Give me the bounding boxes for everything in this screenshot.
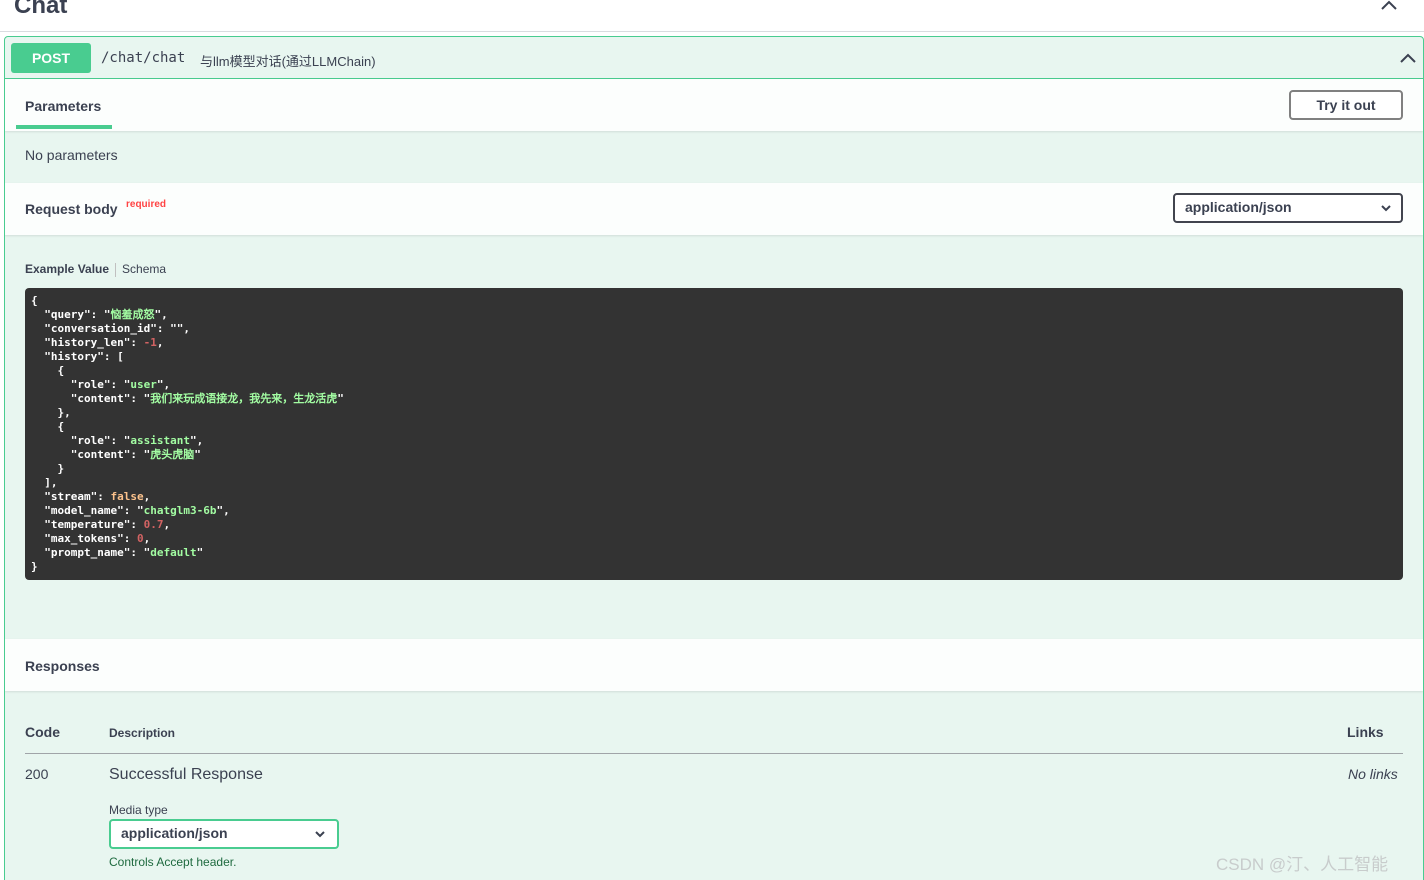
operation-summary[interactable]: POST /chat/chat 与llm模型对话(通过LLMChain) <box>5 37 1423 79</box>
response-links: No links <box>1348 766 1398 782</box>
json-value-stream: false <box>110 490 144 503</box>
parameters-header: Parameters Try it out <box>5 79 1423 131</box>
tab-parameters[interactable]: Parameters <box>25 98 101 114</box>
no-parameters-text: No parameters <box>25 147 118 163</box>
response-description: Successful Response <box>109 766 263 783</box>
responses-header: Responses <box>5 639 1423 691</box>
operation-description: 与llm模型对话(通过LLMChain) <box>200 54 376 69</box>
chevron-up-icon[interactable] <box>1380 0 1398 12</box>
http-method-badge: POST <box>11 43 91 73</box>
json-value-role: assistant <box>130 434 190 447</box>
tab-example-value[interactable]: Example Value <box>25 262 109 276</box>
tab-active-indicator <box>16 125 112 129</box>
chevron-up-icon[interactable] <box>1399 51 1417 65</box>
operation-path: /chat/chat <box>101 50 186 66</box>
json-value-content: 虎头虎脑 <box>150 448 195 461</box>
json-value-max-tokens: 0 <box>136 532 144 545</box>
watermark: CSDN @汀、人工智能 <box>1216 855 1389 874</box>
select-value: application/json <box>1185 199 1292 215</box>
column-header-links: Links <box>1347 724 1384 740</box>
table-divider <box>25 753 1403 754</box>
json-value-query: 恼羞成怒 <box>110 308 155 321</box>
media-type-label: Media type <box>109 803 168 817</box>
tag-header[interactable]: Chat <box>0 0 1424 32</box>
response-code: 200 <box>25 766 49 782</box>
json-value-temperature: 0.7 <box>143 518 164 531</box>
responses-title: Responses <box>25 658 100 674</box>
json-value-history-len: -1 <box>143 336 157 349</box>
example-tabs: Example Value Schema <box>25 262 166 277</box>
try-it-out-button[interactable]: Try it out <box>1289 90 1403 120</box>
request-body-header: Request body required application/json <box>5 183 1423 235</box>
json-value-model-name: chatglm3-6b <box>143 504 217 517</box>
tab-schema[interactable]: Schema <box>122 262 166 276</box>
chevron-down-icon <box>315 831 325 838</box>
response-media-type-select[interactable]: application/json <box>109 819 339 849</box>
request-content-type-select[interactable]: application/json <box>1173 193 1403 223</box>
tab-divider <box>115 262 117 277</box>
json-value-prompt-name: default <box>150 546 197 559</box>
column-header-code: Code <box>25 724 60 740</box>
chevron-down-icon <box>1381 205 1391 212</box>
json-value-role: user <box>130 378 157 391</box>
request-body-title: Request body <box>25 201 118 217</box>
operation-block-post-chat: POST /chat/chat 与llm模型对话(通过LLMChain) Par… <box>4 36 1424 880</box>
required-badge: required <box>126 199 167 210</box>
example-json-code[interactable]: { "query": "恼羞成怒", "conversation_id": ""… <box>25 288 1403 580</box>
accept-header-note: Controls Accept header. <box>109 855 237 869</box>
tag-title: Chat <box>14 0 68 19</box>
json-value-content: 我们来玩成语接龙，我先来，生龙活虎 <box>150 392 338 405</box>
column-header-description: Description <box>109 726 176 740</box>
select-value: application/json <box>121 825 228 841</box>
